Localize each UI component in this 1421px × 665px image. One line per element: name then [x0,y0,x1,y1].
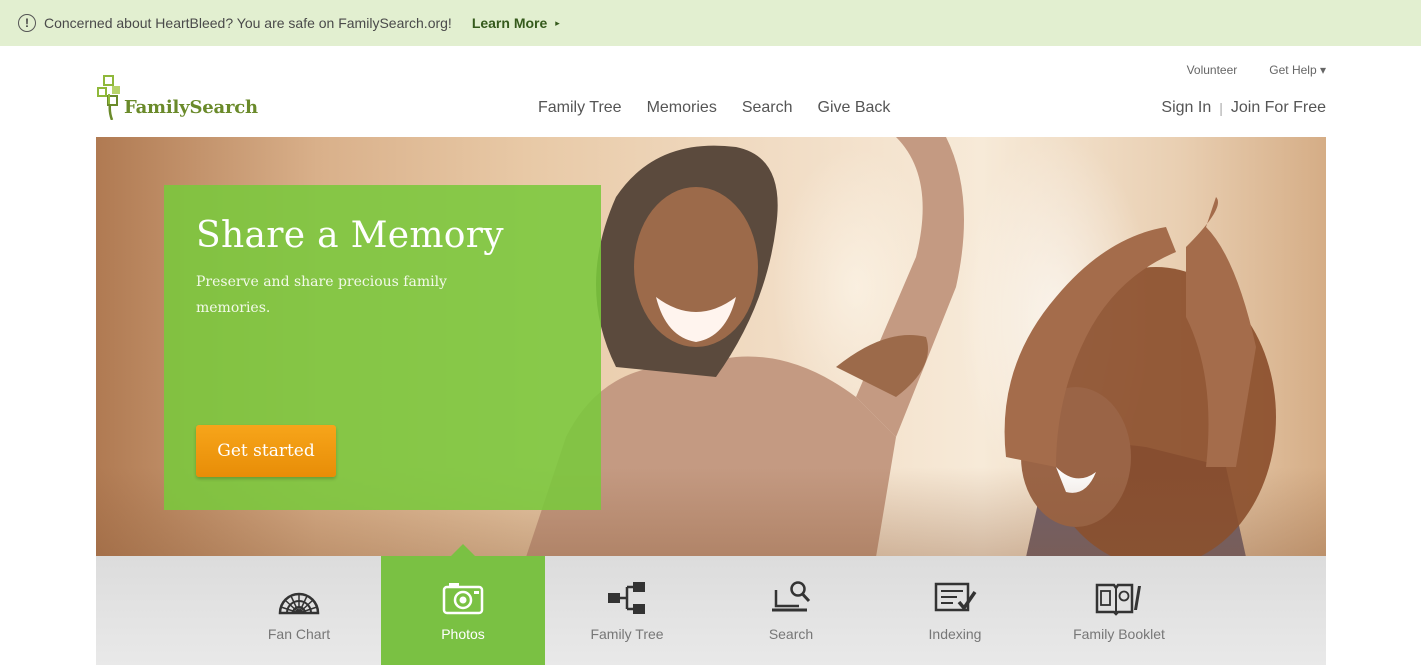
promo-title: Share a Memory [196,215,504,256]
nav-give-back[interactable]: Give Back [818,99,891,117]
feature-family-tree[interactable]: Family Tree [545,556,709,665]
feature-fan-chart[interactable]: Fan Chart [217,556,381,665]
feature-bar: Fan Chart Photos Family Tree Search Inde… [96,544,1326,665]
feature-family-booklet[interactable]: Family Booklet [1037,556,1201,665]
camera-icon [442,583,484,615]
get-help-menu[interactable]: Get Help ▾ [1269,63,1326,77]
booklet-icon [1095,583,1141,616]
feature-label-photos: Photos [441,626,485,642]
feature-photos[interactable]: Photos [381,544,545,665]
nav-family-tree[interactable]: Family Tree [538,99,622,117]
get-started-button[interactable]: Get started [196,425,336,477]
feature-label-family-booklet: Family Booklet [1073,626,1165,642]
indexing-icon [934,582,977,612]
promo-description: Preserve and share precious family memor… [196,274,447,316]
feature-indexing[interactable]: Indexing [873,556,1037,665]
sign-in-link[interactable]: Sign In [1161,99,1211,117]
nav-separator: | [1219,100,1223,116]
alert-banner: ! Concerned about HeartBleed? You are sa… [0,0,1421,46]
alert-icon: ! [18,14,36,32]
learn-more-link[interactable]: Learn More ▸ [472,15,560,31]
utility-nav: Volunteer Get Help ▾ [1187,63,1326,77]
logo-tree-icon [97,75,120,120]
feature-label-search: Search [768,626,814,642]
feature-search[interactable]: Search [709,556,873,665]
alert-message: Concerned about HeartBleed? You are safe… [44,15,452,31]
hero-banner: Share a Memory Preserve and share precio… [96,137,1326,557]
nav-memories[interactable]: Memories [647,99,717,117]
feature-label-fan-chart: Fan Chart [267,626,331,642]
arrow-right-icon: ▸ [555,17,560,28]
feature-label-family-tree: Family Tree [590,626,664,642]
nav-search[interactable]: Search [742,99,793,117]
promo-panel: Share a Memory Preserve and share precio… [164,185,601,510]
learn-more-label: Learn More [471,15,548,31]
join-link[interactable]: Join For Free [1231,99,1326,117]
account-nav: Sign In | Join For Free [1161,99,1326,117]
tree-chart-icon [608,582,645,614]
familysearch-logo[interactable]: FamilySearch [94,72,258,120]
logo-text: FamilySearch [124,97,258,118]
search-computer-icon [772,581,811,612]
main-nav: Family Tree Memories Search Give Back [538,99,890,117]
volunteer-link[interactable]: Volunteer [1187,63,1238,77]
fan-chart-icon [278,592,320,615]
feature-label-indexing: Indexing [928,626,982,642]
